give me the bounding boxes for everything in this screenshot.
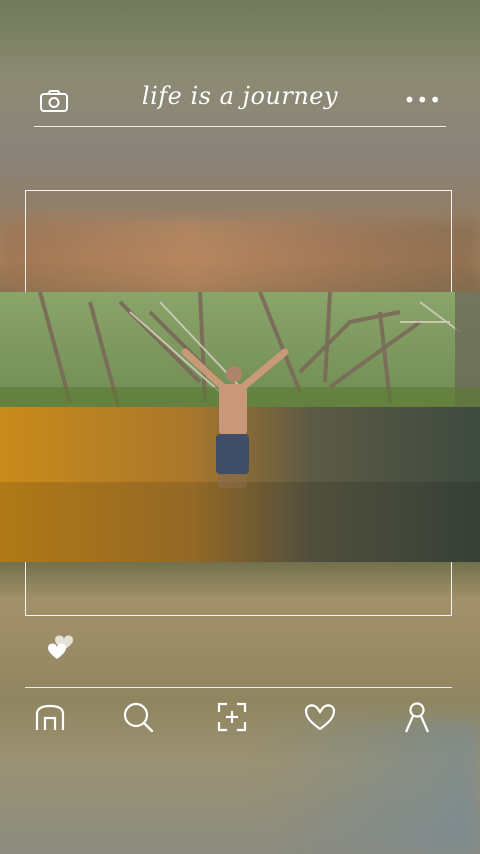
bottom-nav (25, 687, 452, 740)
home-icon[interactable] (33, 700, 67, 734)
more-options-icon[interactable]: ••• (404, 88, 442, 112)
add-post-icon[interactable] (215, 700, 249, 734)
page-title: life is a journey (141, 82, 339, 110)
post-image[interactable] (0, 292, 480, 562)
heart-icon[interactable] (42, 628, 76, 662)
top-bar: life is a journey ••• (34, 78, 446, 127)
search-icon[interactable] (121, 700, 155, 734)
profile-icon[interactable] (400, 700, 434, 734)
favorites-heart-icon[interactable] (303, 700, 337, 734)
